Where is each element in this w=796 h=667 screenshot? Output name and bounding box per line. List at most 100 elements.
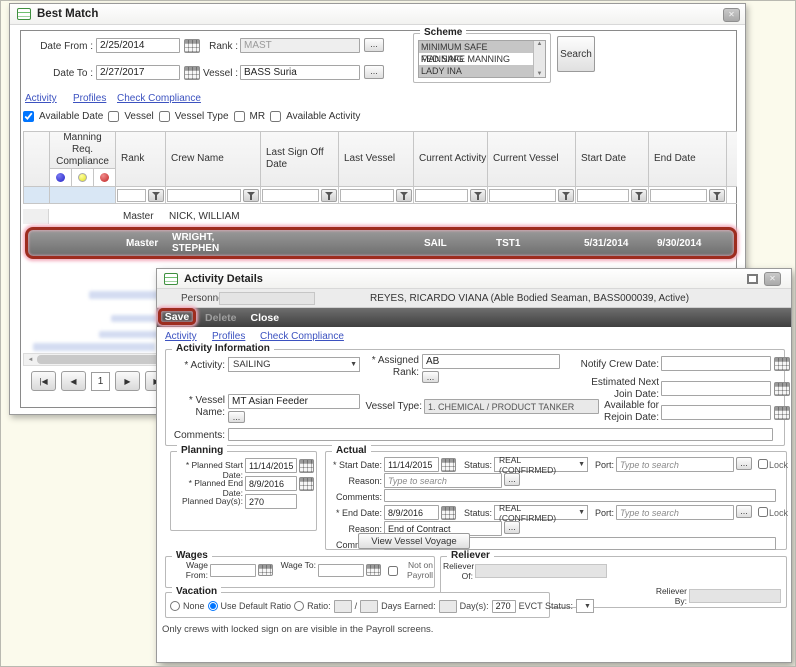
planned-end-input[interactable] [245, 476, 297, 491]
scheme-scrollbar[interactable]: ▲ ▼ [533, 41, 545, 77]
vacation-none-radio[interactable] [170, 601, 180, 611]
col-manning-compliance[interactable]: Manning Req. Compliance [50, 132, 116, 186]
page-first-button[interactable]: |◀ [31, 371, 56, 391]
tab-activity[interactable]: Activity [25, 93, 57, 104]
calendar-icon[interactable] [774, 357, 790, 371]
filter-last-sign-off[interactable] [261, 187, 339, 203]
maximize-icon[interactable] [747, 274, 758, 284]
vacation-ratio-radio[interactable] [294, 601, 304, 611]
vessel-picker-button[interactable]: ... [364, 65, 384, 79]
end-port-input[interactable] [616, 505, 734, 520]
page-number-input[interactable]: 1 [91, 372, 110, 391]
col-last-sign-off[interactable]: Last Sign Off Date [261, 132, 339, 186]
filter-crew-name[interactable] [166, 187, 261, 203]
tab-activity[interactable]: Activity [165, 331, 197, 342]
scheme-option[interactable]: FED SAFE MANNING [419, 53, 533, 65]
wage-from-input[interactable] [210, 564, 256, 577]
close-icon[interactable]: ✕ [723, 8, 740, 22]
filter-current-vessel[interactable] [488, 187, 576, 203]
end-date-input[interactable] [384, 505, 439, 520]
assigned-rank-input[interactable] [422, 354, 560, 369]
start-status-select[interactable]: REAL (CONFIRMED)▼ [494, 457, 588, 472]
row-selector-cell[interactable] [23, 209, 49, 224]
col-rank[interactable]: Rank [116, 132, 166, 186]
blue-dot-icon[interactable] [50, 169, 72, 186]
filter-start-date[interactable] [576, 187, 649, 203]
vessel-input[interactable] [240, 65, 360, 80]
comments-input[interactable] [228, 428, 773, 441]
start-comments-input[interactable] [384, 489, 776, 502]
start-port-input[interactable] [616, 457, 734, 472]
assigned-rank-picker[interactable]: ... [422, 371, 439, 383]
end-port-picker[interactable]: ... [736, 505, 752, 518]
col-start-date[interactable]: Start Date [576, 132, 649, 186]
notify-crew-input[interactable] [661, 356, 771, 371]
calc-grid-icon[interactable] [258, 564, 273, 576]
end-reason-picker[interactable]: ... [504, 521, 520, 534]
scheme-option[interactable]: MINIMUM SAFE MANNING [419, 41, 533, 53]
save-button[interactable]: Save [165, 311, 190, 323]
red-dot-icon[interactable] [94, 169, 115, 186]
search-button[interactable]: Search [557, 36, 595, 72]
start-reason-input[interactable] [384, 473, 502, 488]
filter-rank[interactable] [116, 187, 166, 203]
calendar-icon[interactable] [774, 382, 790, 396]
vacation-none-label: None [183, 601, 205, 611]
scroll-up-icon[interactable]: ▲ [537, 41, 543, 47]
evct-status-select[interactable]: ▼ [576, 599, 594, 613]
date-to-input[interactable] [96, 65, 180, 80]
col-crew-name[interactable]: Crew Name [166, 132, 261, 186]
calendar-icon[interactable] [441, 458, 456, 472]
calc-grid-icon[interactable] [366, 564, 381, 576]
close-icon[interactable]: ✕ [764, 272, 781, 286]
table-row-selected[interactable]: Master WRIGHT, STEPHEN SAIL TST1 5/31/20… [28, 230, 734, 256]
rejoin-input[interactable] [661, 405, 771, 420]
vessel-type-checkbox[interactable] [159, 111, 170, 122]
available-activity-checkbox[interactable] [270, 111, 281, 122]
activity-select[interactable]: SAILING▼ [228, 357, 360, 372]
days-input[interactable] [492, 600, 516, 613]
filter-icon [635, 191, 644, 200]
available-date-checkbox[interactable] [23, 111, 34, 122]
end-status-select[interactable]: REAL (CONFIRMED)▼ [494, 505, 588, 520]
calendar-icon[interactable] [299, 477, 314, 491]
start-port-picker[interactable]: ... [736, 457, 752, 470]
close-button[interactable]: Close [251, 312, 280, 324]
filter-last-vessel[interactable] [339, 187, 414, 203]
table-row[interactable]: Master NICK, WILLIAM [23, 209, 737, 224]
vessel-name-picker[interactable]: ... [228, 411, 245, 423]
page-next-button[interactable]: ▶ [115, 371, 140, 391]
tab-profiles[interactable]: Profiles [212, 331, 245, 342]
col-last-vessel[interactable]: Last Vessel [339, 132, 414, 186]
tab-profiles[interactable]: Profiles [73, 93, 106, 104]
scroll-down-icon[interactable]: ▼ [537, 71, 543, 77]
tab-check-compliance[interactable]: Check Compliance [117, 93, 201, 104]
start-reason-picker[interactable]: ... [504, 473, 520, 486]
calendar-icon[interactable] [299, 459, 314, 473]
date-from-input[interactable] [96, 38, 180, 53]
tab-check-compliance[interactable]: Check Compliance [260, 331, 344, 342]
page-prev-button[interactable]: ◀ [61, 371, 86, 391]
col-end-date[interactable]: End Date [649, 132, 727, 186]
calendar-icon[interactable] [441, 506, 456, 520]
filter-current-activity[interactable] [414, 187, 488, 203]
scheme-option[interactable]: LADY INA [419, 65, 533, 77]
col-current-vessel[interactable]: Current Vessel [488, 132, 576, 186]
scroll-left-icon[interactable]: ◄ [24, 357, 37, 363]
vessel-checkbox[interactable] [108, 111, 119, 122]
view-vessel-voyage-button[interactable]: View Vessel Voyage [358, 533, 470, 549]
start-date-input[interactable] [384, 457, 439, 472]
planned-days-input[interactable] [245, 494, 297, 509]
vacation-default-radio[interactable] [208, 601, 218, 611]
wage-to-input[interactable] [318, 564, 364, 577]
mr-checkbox[interactable] [234, 111, 245, 122]
row-end-date: 9/30/2014 [651, 238, 729, 249]
calendar-icon[interactable] [774, 406, 790, 420]
planned-start-input[interactable] [245, 458, 297, 473]
vessel-name-input[interactable] [228, 394, 360, 409]
filter-end-date[interactable] [649, 187, 727, 203]
yellow-dot-icon[interactable] [72, 169, 94, 186]
rank-picker-button[interactable]: ... [364, 38, 384, 52]
col-current-activity[interactable]: Current Activity [414, 132, 488, 186]
est-next-join-input[interactable] [661, 381, 771, 396]
